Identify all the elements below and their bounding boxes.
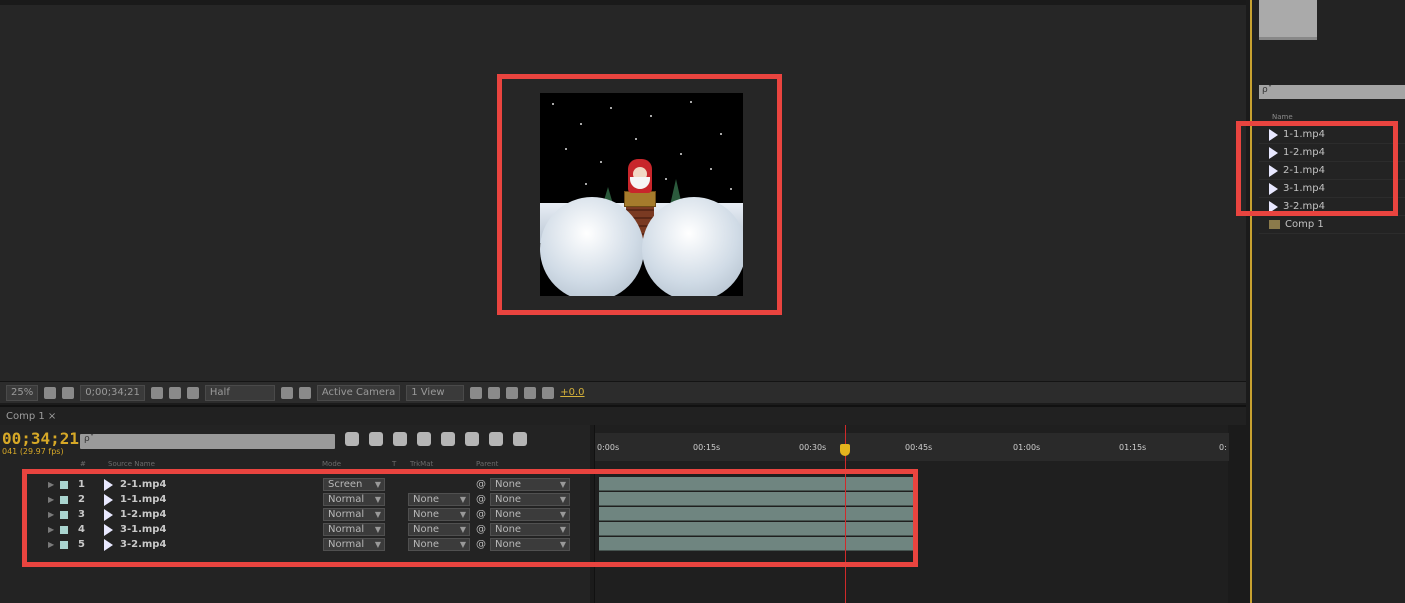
- project-thumbnail: [1259, 0, 1317, 40]
- project-search-input[interactable]: ρˇ: [1259, 85, 1405, 99]
- current-time-display[interactable]: 00;34;21: [2, 429, 79, 448]
- time-ruler[interactable]: 0:00s 00:15s 00:30s 00:45s 01:00s 01:15s…: [595, 433, 1229, 461]
- highlight-box-layers: [22, 469, 918, 567]
- highlight-box-project: [1236, 121, 1398, 216]
- after-effects-window: 25% 0;00;34;21 Half Active Camera 1 View…: [0, 0, 1405, 603]
- timeline-tab-bar: Comp 1 ×: [0, 405, 1246, 425]
- composition-viewer[interactable]: [0, 0, 1246, 381]
- comp-mini-flowchart-icon[interactable]: [345, 432, 359, 446]
- ruler-label: 01:00s: [1013, 443, 1041, 452]
- grid-icon[interactable]: [44, 386, 57, 399]
- highlight-box-viewer: [497, 74, 782, 315]
- zoom-dropdown[interactable]: 25%: [6, 384, 39, 401]
- brainstorm-icon[interactable]: [465, 432, 479, 446]
- col-trkmat[interactable]: TrkMat: [410, 460, 433, 468]
- timeline-switches: [345, 432, 527, 446]
- camera-dropdown[interactable]: Active Camera: [316, 384, 401, 401]
- current-time-indicator-head[interactable]: [840, 444, 850, 456]
- comp-flowchart-icon[interactable]: [506, 386, 519, 399]
- project-name-column[interactable]: Name: [1272, 113, 1293, 121]
- viewer-toolbar: 25% 0;00;34;21 Half Active Camera 1 View…: [0, 381, 1246, 403]
- col-t: T: [392, 460, 397, 468]
- ruler-label: 00:30s: [799, 443, 827, 452]
- motion-blur-icon[interactable]: [441, 432, 455, 446]
- col-num: #: [80, 460, 86, 468]
- col-mode[interactable]: Mode: [322, 460, 341, 468]
- composition-icon: [1269, 220, 1280, 229]
- frame-rate-info: 041 (29.97 fps): [2, 447, 64, 456]
- timeline-icon[interactable]: [488, 386, 501, 399]
- auto-keyframe-icon[interactable]: [489, 432, 503, 446]
- frame-blending-icon[interactable]: [417, 432, 431, 446]
- ruler-label: 01:15s: [1119, 443, 1147, 452]
- hide-shy-layers-icon[interactable]: [393, 432, 407, 446]
- viewer-timecode[interactable]: 0;00;34;21: [80, 384, 145, 401]
- show-snapshot-icon[interactable]: [168, 386, 181, 399]
- project-comp-item[interactable]: Comp 1: [1259, 216, 1405, 234]
- snapshot-icon[interactable]: [150, 386, 163, 399]
- ruler-label: 00:15s: [693, 443, 721, 452]
- fast-preview-icon[interactable]: [280, 386, 293, 399]
- transparency-grid-icon[interactable]: [298, 386, 311, 399]
- view-layout-dropdown[interactable]: 1 View: [406, 384, 465, 401]
- timeline-search-input[interactable]: ρˇ: [80, 434, 335, 449]
- ruler-label: 0:00s: [597, 443, 620, 452]
- channels-icon[interactable]: [186, 386, 199, 399]
- tab-comp-1[interactable]: Comp 1 ×: [6, 411, 56, 422]
- exposure-value[interactable]: +0.0: [560, 387, 584, 398]
- pixel-aspect-icon[interactable]: [470, 386, 483, 399]
- flowchart-icon[interactable]: [524, 386, 537, 399]
- resolution-dropdown[interactable]: Half: [204, 384, 275, 401]
- ruler-label: 0:: [1219, 443, 1227, 452]
- col-source-name[interactable]: Source Name: [108, 460, 155, 468]
- region-of-interest-icon[interactable]: [62, 386, 75, 399]
- draft-3d-icon[interactable]: [369, 432, 383, 446]
- graph-editor-icon[interactable]: [513, 432, 527, 446]
- col-parent[interactable]: Parent: [476, 460, 498, 468]
- exposure-icon[interactable]: [542, 386, 555, 399]
- ruler-label: 00:45s: [905, 443, 933, 452]
- project-panel: ρˇ Name 1-1.mp4 1-2.mp4 2-1.mp4 3-1.mp4 …: [1250, 0, 1405, 603]
